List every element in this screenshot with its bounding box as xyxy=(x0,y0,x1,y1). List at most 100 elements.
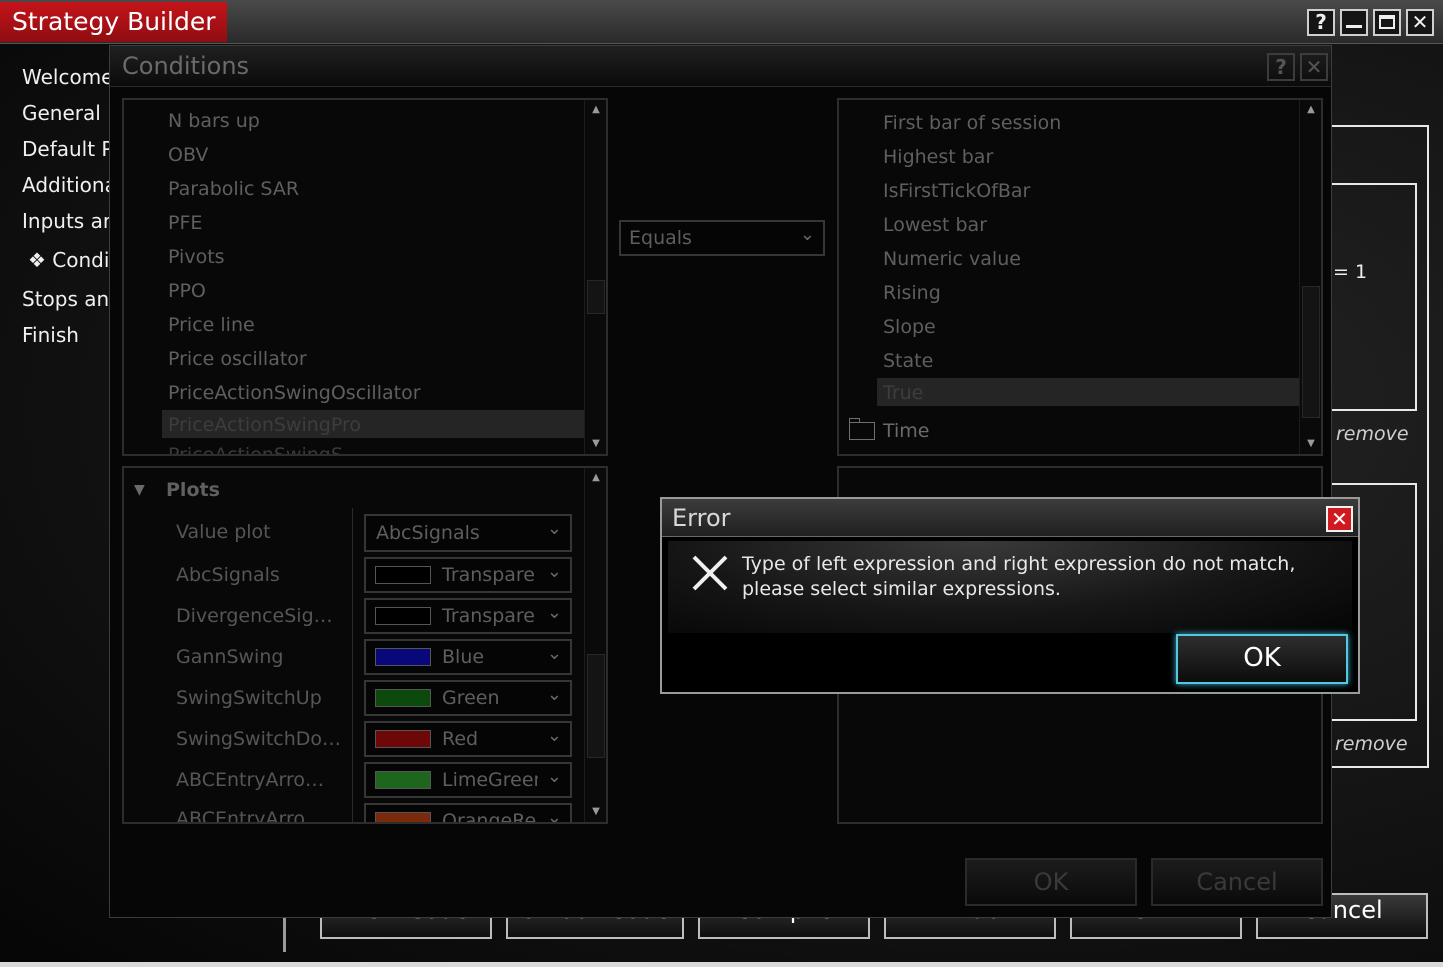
property-label: ABCEntryArro… xyxy=(176,769,325,791)
scroll-thumb[interactable] xyxy=(1302,286,1320,418)
color-select[interactable]: Transpare ⌄ xyxy=(364,598,572,634)
list-item[interactable]: Rising xyxy=(883,282,941,304)
window-title: Strategy Builder xyxy=(0,2,228,42)
folder-icon xyxy=(849,418,875,440)
property-value-select[interactable]: AbcSignals ⌄ xyxy=(364,514,572,552)
nav-item-finish[interactable]: Finish xyxy=(22,323,79,347)
nav-item-conditions[interactable]: ❖ Condit xyxy=(28,248,117,272)
chevron-down-icon: ⌄ xyxy=(546,602,562,623)
error-x-icon xyxy=(692,555,728,591)
property-value: Green xyxy=(442,687,500,709)
color-swatch xyxy=(375,812,431,822)
maximize-button[interactable] xyxy=(1373,9,1401,36)
minimize-button[interactable] xyxy=(1340,9,1368,36)
color-swatch xyxy=(375,771,431,789)
list-item-selected[interactable]: True xyxy=(877,378,1303,406)
nav-item-general[interactable]: General xyxy=(22,101,101,125)
property-label: SwingSwitchUp xyxy=(176,687,322,709)
list-item-folder[interactable]: Time xyxy=(883,420,930,442)
chevron-down-icon: ⌄ xyxy=(546,725,562,746)
scroll-down-arrow-icon[interactable]: ▼ xyxy=(585,806,606,817)
chevron-down-icon: ⌄ xyxy=(546,518,562,539)
close-button[interactable]: ✕ xyxy=(1406,9,1434,36)
list-item[interactable]: PriceActionSwingS xyxy=(168,444,343,454)
color-swatch xyxy=(375,648,431,666)
property-label: SwingSwitchDo… xyxy=(176,728,342,750)
list-item-selected[interactable]: PriceActionSwingPro xyxy=(162,410,588,438)
right-expression-list[interactable]: First bar of session Highest bar IsFirst… xyxy=(837,98,1323,456)
property-value: AbcSignals xyxy=(376,522,480,544)
left-expression-list[interactable]: N bars up OBV Parabolic SAR PFE Pivots P… xyxy=(122,98,608,456)
color-swatch xyxy=(375,607,431,625)
list-item[interactable]: Price oscillator xyxy=(168,348,307,370)
scroll-up-arrow-icon[interactable]: ▲ xyxy=(585,104,606,115)
scroll-up-arrow-icon[interactable]: ▲ xyxy=(1300,104,1321,115)
operator-value: Equals xyxy=(629,227,692,249)
scroll-thumb[interactable] xyxy=(587,280,605,314)
property-value: Blue xyxy=(442,646,485,668)
list-item[interactable]: First bar of session xyxy=(883,112,1061,134)
error-close-button[interactable]: ✕ xyxy=(1326,506,1353,532)
collapse-triangle-icon[interactable]: ▼ xyxy=(134,482,145,498)
conditions-close-button[interactable]: ✕ xyxy=(1300,53,1328,81)
color-select[interactable]: Blue ⌄ xyxy=(364,639,572,675)
list-item[interactable]: PPO xyxy=(168,280,206,302)
scroll-down-arrow-icon[interactable]: ▼ xyxy=(1300,438,1321,449)
list-item[interactable]: Lowest bar xyxy=(883,214,987,236)
condition-expression: = 1 xyxy=(1333,261,1368,283)
color-select[interactable]: Transpare ⌄ xyxy=(364,557,572,593)
conditions-ok-button[interactable]: OK xyxy=(965,858,1137,906)
properties-scrollbar[interactable]: ▲ ▼ xyxy=(584,468,606,822)
error-titlebar: Error ✕ xyxy=(662,499,1358,537)
left-list-scrollbar[interactable]: ▲ ▼ xyxy=(584,100,606,454)
list-item[interactable]: Price line xyxy=(168,314,255,336)
scroll-up-arrow-icon[interactable]: ▲ xyxy=(585,472,606,483)
color-select[interactable]: Green ⌄ xyxy=(364,680,572,716)
color-select[interactable]: LimeGreen ⌄ xyxy=(364,762,572,798)
conditions-help-button[interactable]: ? xyxy=(1267,53,1295,81)
minimize-icon xyxy=(1346,25,1362,28)
property-label: AbcSignals xyxy=(176,564,280,586)
nav-item-additional[interactable]: Additional xyxy=(22,173,122,197)
property-value: LimeGreen xyxy=(442,769,538,791)
list-item[interactable]: Numeric value xyxy=(883,248,1021,270)
list-item[interactable]: PriceActionSwingOscillator xyxy=(168,382,421,404)
property-label: GannSwing xyxy=(176,646,284,668)
color-swatch xyxy=(375,566,431,584)
window-titlebar: Strategy Builder ? ✕ xyxy=(0,0,1443,44)
list-item[interactable]: N bars up xyxy=(168,110,260,132)
right-list-scrollbar[interactable]: ▲ ▼ xyxy=(1299,100,1321,454)
chevron-down-icon: ⌄ xyxy=(546,766,562,787)
chevron-down-icon: ⌄ xyxy=(546,684,562,705)
chevron-down-icon: ⌄ xyxy=(546,643,562,664)
list-item[interactable]: State xyxy=(883,350,933,372)
property-label: DivergenceSig… xyxy=(176,605,333,627)
list-item[interactable]: Pivots xyxy=(168,246,225,268)
scroll-thumb[interactable] xyxy=(587,654,605,758)
color-swatch xyxy=(375,730,431,748)
nav-item-stops[interactable]: Stops and xyxy=(22,287,122,311)
chevron-down-icon: ⌄ xyxy=(546,807,562,824)
nav-item-default-properties[interactable]: Default Pr xyxy=(22,137,121,161)
help-button[interactable]: ? xyxy=(1307,9,1335,36)
category-plots[interactable]: Plots xyxy=(166,479,220,501)
list-item[interactable]: Slope xyxy=(883,316,936,338)
list-item[interactable]: Parabolic SAR xyxy=(168,178,299,200)
conditions-title: Conditions xyxy=(122,52,250,80)
nav-item-welcome[interactable]: Welcome xyxy=(22,65,113,89)
scroll-down-arrow-icon[interactable]: ▼ xyxy=(585,438,606,449)
error-dialog: Error ✕ Type of left expression and righ… xyxy=(660,497,1360,694)
remove-link-2[interactable]: remove xyxy=(1335,733,1408,755)
conditions-cancel-button[interactable]: Cancel xyxy=(1151,858,1323,906)
color-select[interactable]: Red ⌄ xyxy=(364,721,572,757)
list-item[interactable]: OBV xyxy=(168,144,208,166)
list-item[interactable]: Highest bar xyxy=(883,146,993,168)
error-ok-button[interactable]: OK xyxy=(1176,634,1348,684)
operator-select[interactable]: Equals ⌄ xyxy=(619,220,825,256)
taskbar-strip xyxy=(0,962,1443,967)
error-title: Error xyxy=(672,504,731,532)
list-item[interactable]: PFE xyxy=(168,212,202,234)
remove-link-1[interactable]: remove xyxy=(1336,423,1409,445)
list-item[interactable]: IsFirstTickOfBar xyxy=(883,180,1030,202)
color-select[interactable]: OrangeRe ⌄ xyxy=(364,803,572,824)
